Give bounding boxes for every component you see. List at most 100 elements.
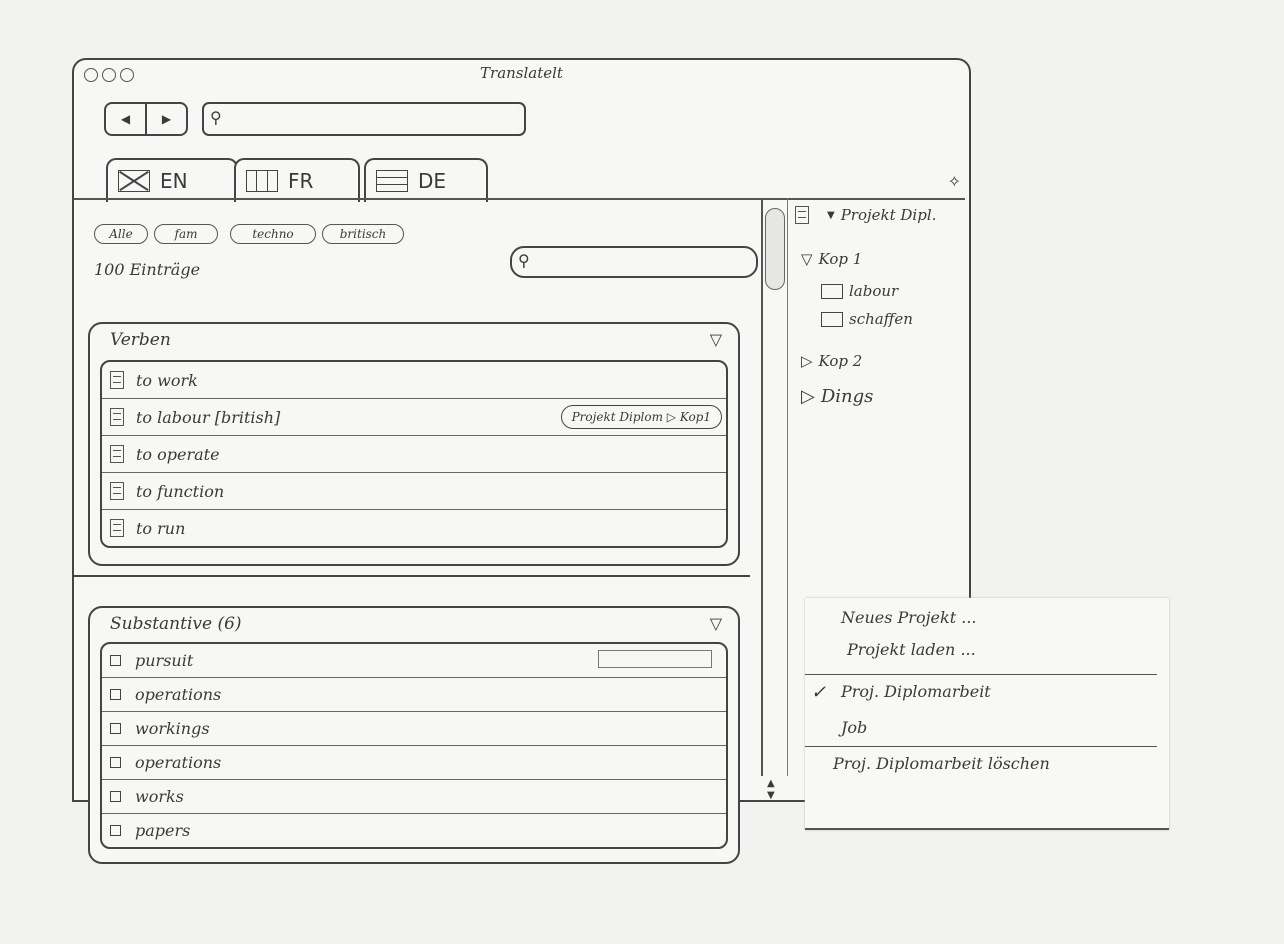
tab-en-label: EN (160, 169, 188, 193)
list-item-label: to labour [british] (136, 407, 281, 427)
project-name: Projekt Dipl. (840, 206, 937, 224)
document-icon (795, 206, 809, 224)
scroll-arrows[interactable]: ▲ ▼ (767, 778, 775, 802)
verbs-group: Verben ▽ to work to labour [british] Pro… (88, 322, 740, 566)
document-icon (110, 519, 124, 537)
disclosure-closed-icon: ▷ (801, 386, 815, 407)
project-menu: Neues Projekt ... Projekt laden ... ✓ Pr… (805, 598, 1169, 830)
tree-item-label: Kop 1 (818, 250, 863, 268)
entries-count: 100 Einträge (94, 260, 201, 279)
back-button[interactable]: ◀ (106, 104, 147, 134)
menu-separator (805, 674, 1157, 675)
tree-item-dings[interactable]: ▷ Dings (801, 386, 873, 407)
filter-fam[interactable]: fam (154, 224, 218, 244)
list-item[interactable]: works (102, 780, 726, 814)
list-item[interactable]: pursuit (102, 644, 726, 678)
flag-en-icon (821, 283, 843, 299)
nouns-title: Substantive (6) (110, 614, 242, 634)
checkbox[interactable] (110, 689, 121, 700)
document-icon (110, 445, 124, 463)
tree-item-labour[interactable]: labour (821, 282, 898, 300)
list-item-label: to function (136, 481, 225, 501)
menu-item-job[interactable]: Job (841, 718, 867, 737)
checkbox[interactable] (110, 791, 121, 802)
checkbox[interactable] (110, 825, 121, 836)
verbs-list: to work to labour [british] Projekt Dipl… (100, 360, 728, 548)
settings-sparkle-icon[interactable]: ✧ (948, 172, 961, 191)
document-icon (110, 408, 124, 426)
checkbox[interactable] (110, 655, 121, 666)
list-item-label: operations (135, 685, 222, 704)
tab-en[interactable]: EN (106, 158, 238, 202)
pane-divider[interactable] (72, 575, 750, 577)
list-item-label: to work (136, 370, 198, 390)
menu-separator (805, 746, 1157, 747)
menu-item-load-project[interactable]: Projekt laden ... (847, 640, 976, 659)
verbs-title: Verben (110, 330, 171, 350)
list-item-label: to run (136, 518, 186, 538)
tree-item-label: schaffen (849, 310, 913, 328)
nav-buttons: ◀ ▶ (104, 102, 188, 136)
menu-item-delete-project[interactable]: Proj. Diplomarbeit löschen (833, 754, 1050, 773)
list-item-label: to operate (136, 444, 220, 464)
document-icon (110, 482, 124, 500)
disclosure-open-icon: ▽ (801, 250, 813, 268)
search-input[interactable]: ⚲ (202, 102, 526, 136)
tree-item-schaffen[interactable]: schaffen (821, 310, 913, 328)
list-item[interactable]: to work (102, 362, 726, 399)
nouns-list: pursuit operations workings operations w… (100, 642, 728, 849)
checkbox[interactable] (110, 723, 121, 734)
tab-fr[interactable]: FR (234, 158, 360, 202)
disclosure-closed-icon: ▷ (801, 352, 813, 370)
project-selector[interactable]: ▼ Projekt Dipl. (795, 206, 936, 224)
tab-de-label: DE (418, 169, 447, 193)
scroll-thumb[interactable] (765, 208, 785, 290)
tree-item-label: labour (849, 282, 899, 300)
tab-fr-label: FR (288, 169, 314, 193)
project-tag[interactable]: Projekt Diplom ▷ Kop1 (560, 405, 722, 429)
list-item[interactable]: to function (102, 473, 726, 510)
list-item[interactable]: operations (102, 678, 726, 712)
filter-britisch[interactable]: britisch (322, 224, 404, 244)
tree-item-kop1[interactable]: ▽ Kop 1 (801, 250, 862, 268)
list-item-label: pursuit (135, 651, 194, 670)
back-arrow-icon: ◀ (120, 112, 131, 126)
menu-item-new-project[interactable]: Neues Projekt ... (841, 608, 976, 627)
list-item[interactable]: to operate (102, 436, 726, 473)
filter-techno[interactable]: techno (230, 224, 316, 244)
nouns-group: Substantive (6) ▽ pursuit operations wor… (88, 606, 740, 864)
checkbox[interactable] (110, 757, 121, 768)
tree-item-label: Kop 2 (818, 352, 863, 370)
flag-de-icon (821, 311, 843, 327)
tab-de[interactable]: DE (364, 158, 488, 202)
list-item[interactable]: operations (102, 746, 726, 780)
list-item-label: works (135, 787, 184, 806)
collapse-triangle-icon[interactable]: ▽ (710, 330, 722, 349)
list-item[interactable]: to run (102, 510, 726, 546)
inline-edit-field[interactable] (598, 650, 712, 668)
list-item[interactable]: papers (102, 814, 726, 847)
flag-de-icon (376, 170, 408, 192)
entries-search-input[interactable]: ⚲ (510, 246, 758, 278)
search-icon: ⚲ (518, 251, 530, 270)
list-item-label: papers (135, 821, 191, 840)
list-item[interactable]: workings (102, 712, 726, 746)
tree-item-label: Dings (820, 386, 874, 407)
window-title: Translatelt (480, 64, 563, 82)
chevron-down-icon: ▼ (827, 209, 835, 221)
menu-item-proj-diplomarbeit[interactable]: Proj. Diplomarbeit (841, 682, 991, 701)
forward-button[interactable]: ▶ (147, 104, 186, 134)
forward-arrow-icon: ▶ (161, 112, 172, 126)
collapse-triangle-icon[interactable]: ▽ (710, 614, 722, 633)
flag-fr-icon (246, 170, 278, 192)
list-item-label: workings (135, 719, 210, 738)
flag-en-icon (118, 170, 150, 192)
filter-alle[interactable]: Alle (94, 224, 148, 244)
list-item-label: operations (135, 753, 222, 772)
document-icon (110, 371, 124, 389)
search-icon: ⚲ (210, 108, 222, 127)
checkmark-icon: ✓ (811, 682, 827, 703)
vertical-scrollbar[interactable] (761, 198, 788, 776)
tree-item-kop2[interactable]: ▷ Kop 2 (801, 352, 862, 370)
list-item[interactable]: to labour [british] Projekt Diplom ▷ Kop… (102, 399, 726, 436)
